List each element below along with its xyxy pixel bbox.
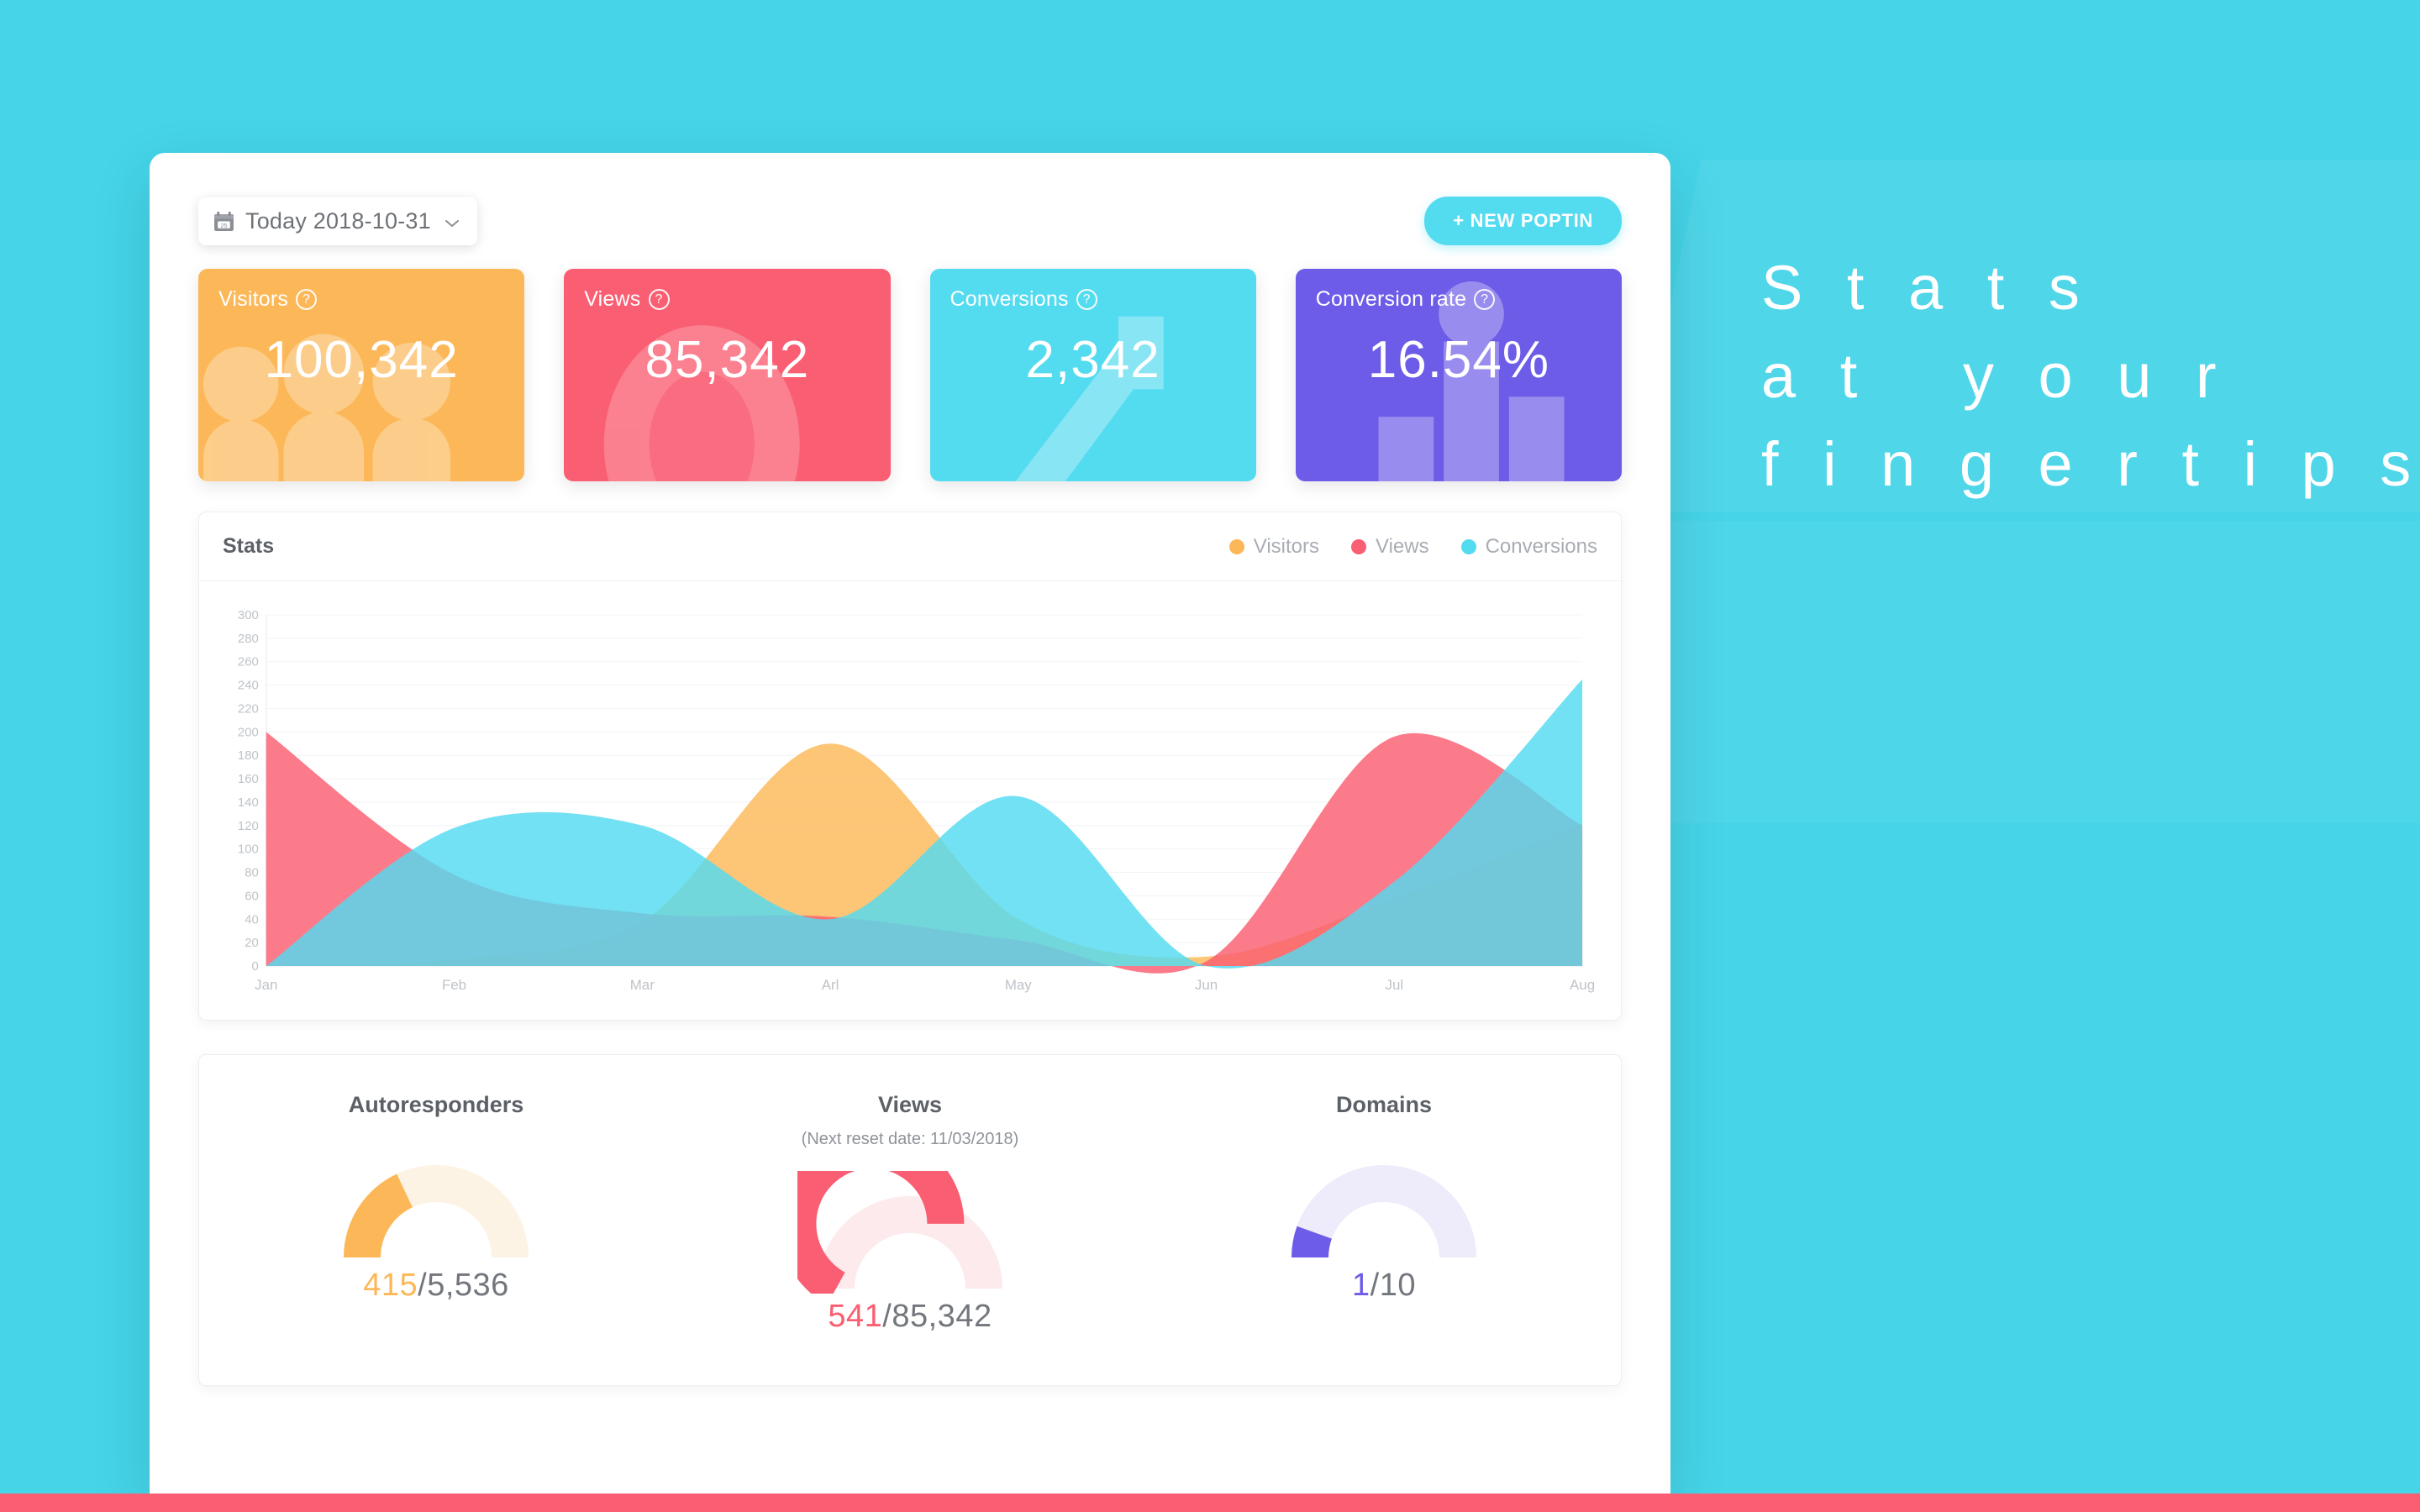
help-icon[interactable]: ? (1474, 289, 1496, 310)
stats-chart-header: Stats Visitors Views Conversions (199, 512, 1621, 581)
usage-gauges-card: Autoresponders 415/5,536 Views (Next res… (198, 1054, 1622, 1386)
gauge-current: 415 (363, 1268, 418, 1303)
stat-card-conversion-rate[interactable]: Conversion rate ? 16.54% (1295, 269, 1622, 481)
gauge-total: 10 (1379, 1268, 1416, 1303)
svg-text:180: 180 (238, 748, 259, 763)
help-icon[interactable]: ? (1076, 289, 1097, 310)
stat-card-value: 100,342 (264, 331, 459, 389)
gauge-arc (1292, 1165, 1476, 1258)
svg-text:280: 280 (238, 632, 259, 646)
svg-text:80: 80 (245, 866, 259, 880)
legend-item-views[interactable]: Views (1351, 535, 1429, 559)
gauge-domains: Domains 1/10 (1147, 1092, 1621, 1335)
area-chart[interactable]: 0 20 40 60 80 100 120 140 160 180 200 220 240 260 280 3… (224, 610, 1596, 1005)
background-shape-lower (1555, 521, 2420, 823)
legend-dot (1460, 538, 1476, 554)
gauge-current: 541 (828, 1299, 883, 1334)
stat-card-header: Conversion rate ? (1296, 269, 1622, 312)
svg-text:Aug: Aug (1570, 977, 1595, 993)
help-icon[interactable]: ? (296, 289, 318, 310)
legend-dot (1351, 538, 1366, 554)
stat-card-visitors[interactable]: Visitors ? 100,342 (198, 269, 525, 481)
svg-text:Feb: Feb (442, 977, 466, 993)
stat-card-label: Conversion rate (1315, 287, 1467, 311)
gauge-value: 1/10 (1147, 1268, 1621, 1304)
date-range-picker[interactable]: 25 Today 2018-10-31 (198, 197, 477, 245)
svg-text:160: 160 (238, 772, 259, 786)
marketing-tagline: S t a t s a t y o u r f i n g e r t i p … (1761, 244, 2420, 508)
page-title: Stats (223, 534, 275, 558)
gauge-arc (344, 1165, 529, 1258)
svg-text:300: 300 (238, 610, 259, 622)
gauge-title: Views (877, 1092, 943, 1117)
gauge-value: 415/5,536 (199, 1268, 673, 1304)
gauge-separator: / (418, 1268, 428, 1303)
stat-card-value: 2,342 (1025, 331, 1160, 389)
svg-text:Jun: Jun (1195, 977, 1218, 993)
stat-card-header: Conversions ? (930, 269, 1256, 312)
svg-text:0: 0 (251, 959, 258, 974)
svg-text:Jan: Jan (255, 977, 277, 993)
stat-card-conversions[interactable]: Conversions ? 2,342 (929, 269, 1256, 481)
svg-text:260: 260 (238, 655, 259, 669)
svg-text:Mar: Mar (630, 977, 655, 993)
usage-gauges-row: Autoresponders 415/5,536 Views (Next res… (199, 1092, 1621, 1335)
gauge-views: Views (Next reset date: 11/03/2018) 541/… (673, 1092, 1147, 1335)
date-range-label: Today 2018-10-31 (245, 207, 431, 234)
svg-text:220: 220 (238, 701, 259, 716)
legend-dot (1228, 538, 1244, 554)
tagline-line-3: f i n g e r t i p s (1761, 429, 2420, 500)
stat-card-header: Views ? (564, 269, 890, 312)
svg-text:100: 100 (238, 843, 259, 857)
legend-label: Visitors (1253, 534, 1319, 558)
svg-text:Arl: Arl (822, 977, 839, 993)
bottom-accent-bar (0, 1494, 2420, 1512)
stat-card-label: Conversions (950, 287, 1069, 311)
stats-chart-body: 0 20 40 60 80 100 120 140 160 180 200 220 240 260 280 3… (199, 581, 1621, 1020)
svg-text:May: May (1005, 977, 1032, 993)
chevron-down-icon (445, 217, 459, 227)
help-icon[interactable]: ? (648, 289, 670, 310)
gauge-title: Autoresponders (348, 1092, 524, 1117)
tagline-line-1: S t a t s (1761, 253, 2093, 323)
svg-text:40: 40 (245, 912, 259, 927)
stat-card-value: 16.54% (1367, 331, 1550, 389)
gauge-total: 85,342 (892, 1299, 992, 1334)
svg-text:240: 240 (238, 679, 259, 693)
gauge-current: 1 (1352, 1268, 1370, 1303)
stat-card-label: Visitors (218, 287, 289, 311)
svg-text:Jul: Jul (1386, 977, 1404, 993)
svg-text:120: 120 (238, 819, 259, 833)
gauge-autoresponders: Autoresponders 415/5,536 (199, 1092, 673, 1335)
stat-card-views[interactable]: Views ? 85,342 (564, 269, 891, 481)
chart-legend: Visitors Views Conversions (1228, 534, 1597, 559)
svg-text:60: 60 (245, 889, 259, 903)
gauge-total: 5,536 (427, 1268, 509, 1303)
svg-text:20: 20 (245, 936, 259, 950)
svg-text:140: 140 (238, 795, 259, 810)
gauge-separator: / (882, 1299, 892, 1334)
calendar-icon: 25 (213, 211, 234, 232)
new-poptin-button[interactable]: + NEW POPTIN (1424, 197, 1622, 245)
legend-label: Views (1376, 534, 1429, 558)
tagline-line-2: a t y o u r (1761, 341, 2230, 412)
dashboard-window: 25 Today 2018-10-31 + NEW POPTIN Visitor… (150, 153, 1670, 1495)
stat-card-header: Visitors ? (198, 269, 524, 312)
legend-label: Conversions (1485, 534, 1597, 558)
stats-chart-card: Stats Visitors Views Conversions 0 20 40 60… (198, 512, 1622, 1021)
stat-card-label: Views (584, 287, 641, 311)
svg-text:25: 25 (220, 221, 227, 228)
gauge-value: 541/85,342 (673, 1299, 1147, 1335)
svg-text:200: 200 (238, 725, 259, 739)
gauge-arc (797, 1171, 1002, 1294)
legend-item-conversions[interactable]: Conversions (1460, 534, 1597, 559)
gauge-subtitle: (Next reset date: 11/03/2018) (801, 1130, 1019, 1148)
stat-card-value: 85,342 (644, 331, 810, 389)
gauge-separator: / (1370, 1268, 1380, 1303)
legend-item-visitors[interactable]: Visitors (1228, 534, 1319, 559)
gauge-title: Domains (1335, 1092, 1433, 1117)
toolbar: 25 Today 2018-10-31 + NEW POPTIN (198, 153, 1622, 254)
stat-cards-row: Visitors ? 100,342 Views ? 85,342 Conver… (198, 269, 1622, 481)
